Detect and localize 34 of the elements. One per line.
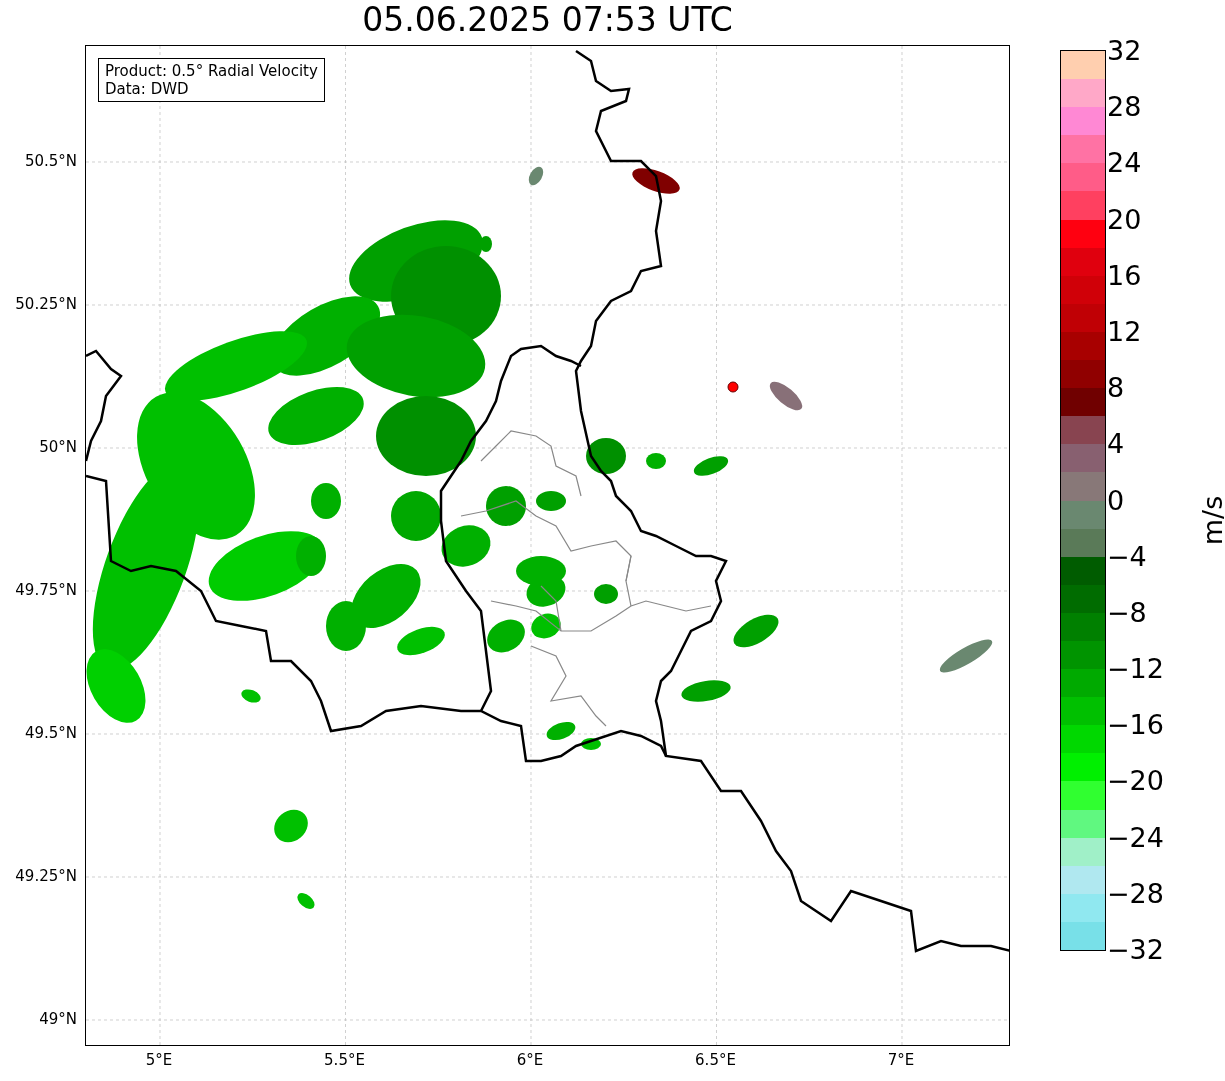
colorbar-tick-label: −20	[1107, 766, 1164, 797]
colorbar-unit-label: m/s	[1197, 495, 1225, 546]
colorbar-tick-label: 4	[1107, 429, 1125, 460]
colorbar-tick-label: −32	[1107, 935, 1164, 965]
colorbar-tick-label: 32	[1107, 36, 1142, 66]
colorbar-tick-label: −4	[1107, 541, 1147, 572]
colorbar-tick-label: 24	[1107, 148, 1142, 179]
colorbar-tick-label: −28	[1107, 878, 1164, 909]
colorbar-tick-label: −12	[1107, 654, 1164, 685]
colorbar-tick-label: 28	[1107, 92, 1142, 123]
longitude-label: 7°E	[887, 1051, 915, 1069]
colorbar-tick-label: 12	[1107, 316, 1142, 347]
longitude-label: 5.5°E	[324, 1051, 365, 1069]
latitude-label: 49.5°N	[24, 724, 77, 742]
colorbar-tick-label: −8	[1107, 597, 1147, 628]
colorbar-tick-label: −16	[1107, 710, 1164, 741]
colorbar-tick-label: 8	[1107, 373, 1125, 404]
colorbar-tick-label: 0	[1107, 485, 1125, 516]
radar-site-marker	[727, 381, 739, 393]
latitude-label: 50.5°N	[24, 152, 77, 170]
longitude-label: 5°E	[145, 1051, 173, 1069]
colorbar-tick-label: 20	[1107, 204, 1142, 235]
latitude-label: 50.25°N	[15, 295, 77, 313]
longitude-label: 6°E	[516, 1051, 544, 1069]
chart-title: 05.06.2025 07:53 UTC	[361, 0, 734, 41]
latitude-label: 49°N	[39, 1010, 77, 1028]
legend-text: Product: 0.5° Radial Velocity	[105, 62, 318, 80]
latitude-label: 50°N	[39, 438, 77, 456]
colorbar-tick-label: −24	[1107, 822, 1164, 853]
latitude-label: 49.25°N	[15, 867, 77, 885]
latitude-label: 49.75°N	[15, 581, 77, 599]
colorbar-tick-label: 16	[1107, 260, 1142, 291]
longitude-label: 6.5°E	[695, 1051, 736, 1069]
legend-text: Data: DWD	[105, 80, 190, 98]
